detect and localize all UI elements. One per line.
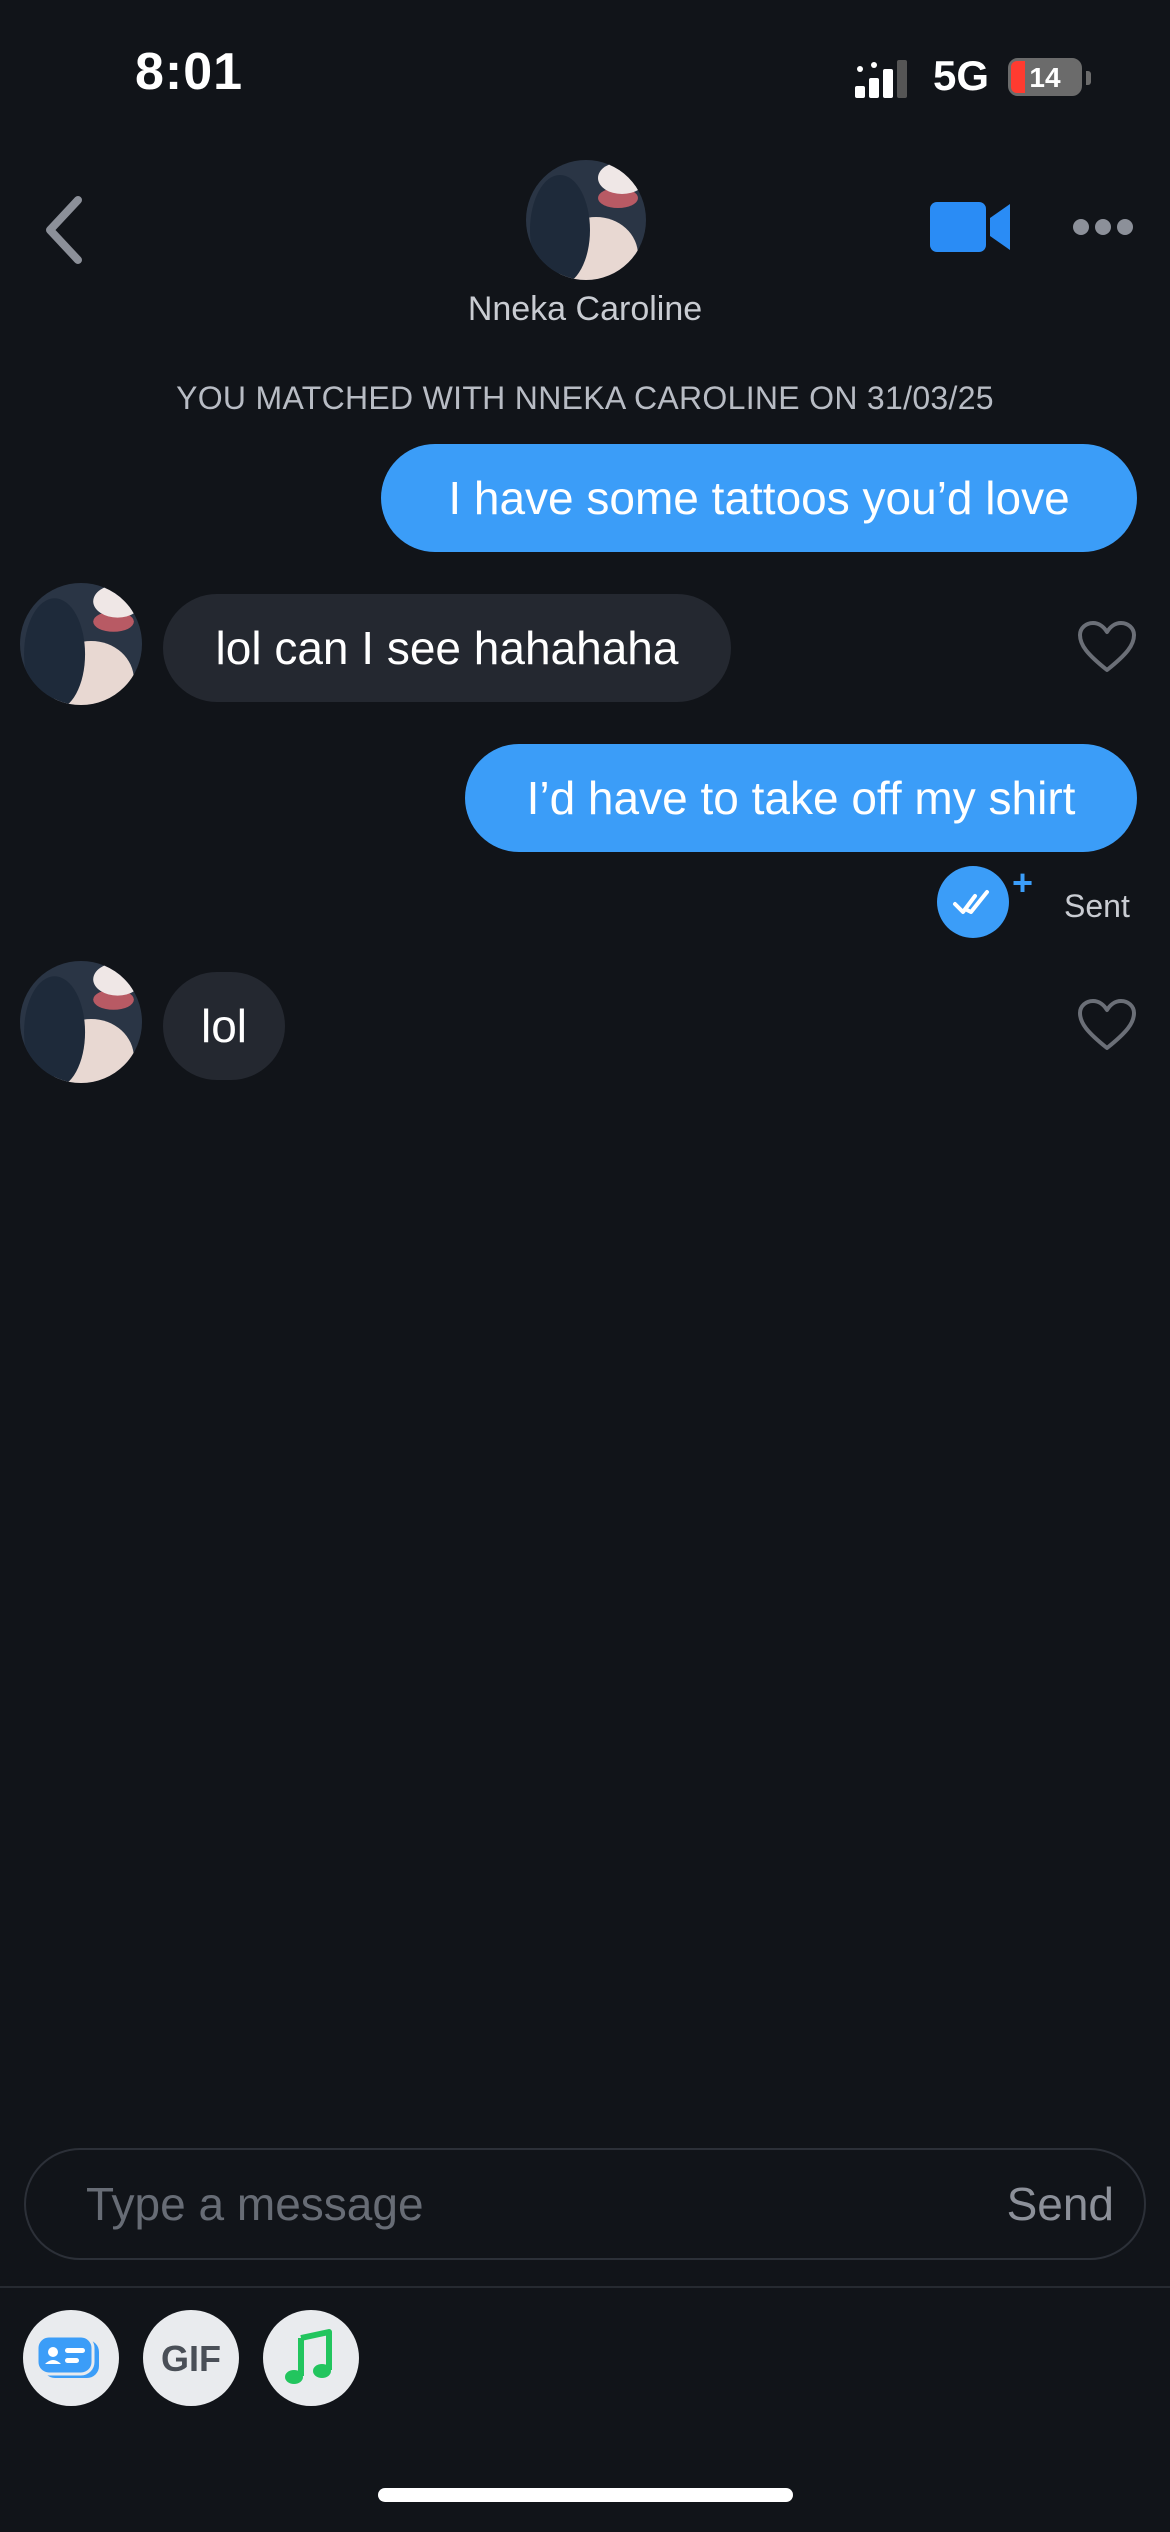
divider xyxy=(0,2286,1170,2288)
contact-avatar[interactable] xyxy=(526,160,646,280)
music-button[interactable] xyxy=(263,2310,359,2406)
contact-name[interactable]: Nneka Caroline xyxy=(385,290,785,329)
send-button[interactable]: Send xyxy=(1007,2150,1114,2258)
video-call-icon[interactable] xyxy=(928,198,1014,256)
network-type: 5G xyxy=(933,52,990,99)
incoming-message[interactable]: lol xyxy=(163,972,285,1080)
battery-icon: 14 xyxy=(1008,58,1082,96)
match-note: YOU MATCHED WITH NNEKA CAROLINE ON 31/03… xyxy=(176,380,994,416)
gif-button[interactable]: GIF xyxy=(143,2310,239,2406)
avatar[interactable] xyxy=(20,583,142,705)
message-input[interactable] xyxy=(86,2150,946,2258)
chevron-left-icon[interactable] xyxy=(40,190,90,270)
cellular-signal-icon xyxy=(855,60,915,100)
contact-card-button[interactable] xyxy=(23,2310,119,2406)
read-receipt-icon xyxy=(937,866,1009,938)
gif-icon: GIF xyxy=(161,2338,221,2379)
plus-icon[interactable]: + xyxy=(1012,862,1033,904)
avatar[interactable] xyxy=(20,961,142,1083)
contact-card-icon xyxy=(35,2334,99,2378)
message-status: Sent xyxy=(1064,888,1130,924)
more-horizontal-icon[interactable] xyxy=(1072,218,1134,236)
incoming-message[interactable]: lol can I see hahahaha xyxy=(163,594,731,702)
home-indicator[interactable] xyxy=(378,2488,793,2502)
status-time: 8:01 xyxy=(135,43,244,101)
outgoing-message[interactable]: I have some tattoos you’d love xyxy=(381,444,1137,552)
music-note-icon xyxy=(285,2329,332,2384)
outgoing-message[interactable]: I’d have to take off my shirt xyxy=(465,744,1137,852)
battery-level: 14 xyxy=(1029,62,1061,93)
heart-icon[interactable] xyxy=(1077,998,1137,1052)
heart-icon[interactable] xyxy=(1077,620,1137,674)
battery-cap xyxy=(1086,71,1091,85)
message-composer: Send xyxy=(24,2148,1146,2260)
